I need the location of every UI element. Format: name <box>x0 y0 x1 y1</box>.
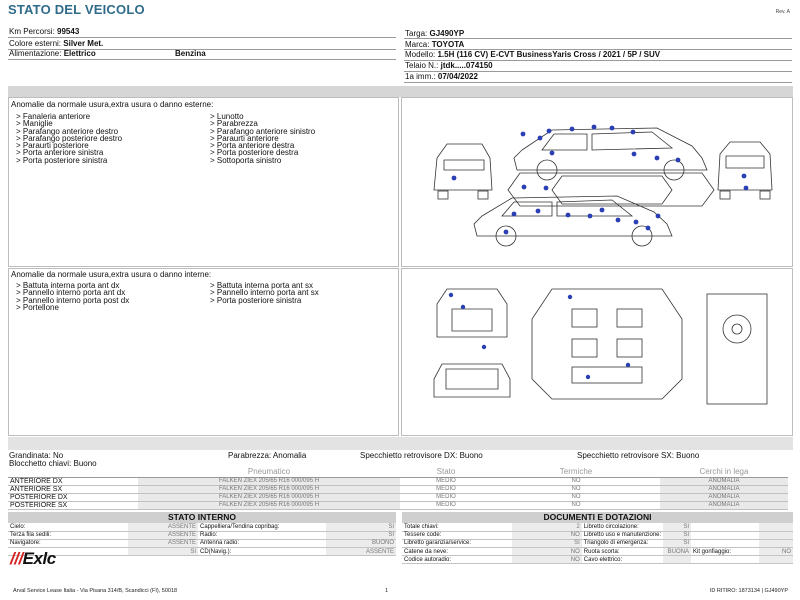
table-header <box>8 467 138 478</box>
table-row: Totale chiavi: 2 Libretto circolazione: … <box>402 523 793 532</box>
mirror-dx-check: Specchietto retrovisore DX: Buono <box>360 451 483 460</box>
section-bar <box>8 437 793 450</box>
table-row: Codice autoradio: NO Cavo elettrico: <box>402 555 793 565</box>
table-row: Terza fila sedili: ASSENTE Radio: SI <box>8 531 396 540</box>
external-damage-list-2: > Lunotto > Parabrezza > Parafango anter… <box>210 112 315 165</box>
brand-value: TOYOTA <box>431 40 465 49</box>
car-top-view <box>507 172 715 207</box>
internal-state-table: Cielo: ASSENTE Cappelliera/Tendina copri… <box>8 523 396 557</box>
external-damage-markers <box>451 124 749 235</box>
fuel-value-1: Elettrico <box>63 49 96 58</box>
registration-value: 07/04/2022 <box>437 72 478 81</box>
fuel-value-2: Benzina <box>175 49 206 58</box>
dashboard-view <box>433 363 511 398</box>
chassis-row: Telaio N.: jtdk.....074150 <box>405 61 493 70</box>
interior-top-view <box>531 288 683 400</box>
table-row: ANTERIORE DX FALKEN ZIEX 205/65 R16 000/… <box>8 477 788 486</box>
color-row: Colore esterni: Silver Met. <box>9 39 104 48</box>
km-value: 99543 <box>57 27 80 36</box>
table-header: Stato <box>400 467 492 478</box>
trunk-view <box>436 288 508 338</box>
documents-table: Totale chiavi: 2 Libretto circolazione: … <box>402 523 793 565</box>
car-side-bottom <box>473 195 673 247</box>
chassis-value: jtdk.....074150 <box>440 61 493 70</box>
windshield-check: Parabrezza: Anomalia <box>228 451 307 460</box>
fuel-row: Alimentazione: Elettrico <box>9 49 96 58</box>
table-row: Navigatore: ASSENTE Antenna radio: BUONO <box>8 539 396 549</box>
table-row: ANTERIORE SX FALKEN ZIEX 205/65 R16 000/… <box>8 485 788 494</box>
footer-page-number: 1 <box>385 588 389 594</box>
table-header: Cerchi in lega <box>660 467 788 478</box>
table-row: Catene da neve: NO Ruota scorta: BUONA K… <box>402 547 793 557</box>
divider <box>8 37 396 38</box>
car-front-view <box>433 143 493 200</box>
divider <box>404 82 792 83</box>
registration-row: 1a imm.: 07/04/2022 <box>405 72 478 81</box>
model-value: 1.5H (116 CV) E-CVT BusinessYaris Cross … <box>437 50 661 59</box>
list-item: > Portellone <box>16 302 59 312</box>
internal-damage-markers <box>448 292 631 380</box>
table-row: SI CD(Navig.): ASSENTE <box>8 547 396 557</box>
internal-damage-list-2: > Battuta interna porta ant sx > Pannell… <box>210 281 319 305</box>
model-row: Modello: 1.5H (116 CV) E-CVT BusinessYar… <box>405 50 661 59</box>
internal-state-title: STATO INTERNO <box>8 512 396 523</box>
table-header: Termiche <box>492 467 660 478</box>
table-row: Libretto garanzia/service: SI Triangolo … <box>402 539 793 549</box>
documents-title: DOCUMENTI E DOTAZIONI <box>402 512 793 523</box>
car-side-top <box>513 127 708 181</box>
internal-damage-title: Anomalie da normale usura,extra usura o … <box>11 270 212 279</box>
tyres-table: Pneumatico Stato Termiche Cerchi in lega… <box>8 467 788 510</box>
internal-damage-list-1: > Battuta interna porta ant dx > Pannell… <box>16 281 129 312</box>
external-car-diagram <box>433 124 773 247</box>
mirror-sx-check: Specchietto retrovisore SX: Buono <box>577 451 700 460</box>
list-item: > Sottoporta sinistro <box>210 155 282 165</box>
plate-row: Targa: GJ490YP <box>405 29 465 38</box>
color-value: Silver Met. <box>63 39 104 48</box>
section-bar <box>8 86 793 97</box>
table-row: Tessere code: NO Libretto uso e manutenz… <box>402 531 793 540</box>
list-item: > Porta posteriore sinistra <box>16 155 108 165</box>
internal-car-diagram <box>433 288 768 405</box>
steering-view <box>706 293 768 405</box>
footer-reference: ID RITIRO: 1873134 | GJ490YP <box>709 588 788 594</box>
revision-label: Rev. A <box>775 9 790 15</box>
car-rear-view <box>717 141 773 200</box>
km-row: Km Percorsi: 99543 <box>9 27 80 36</box>
external-damage-title: Anomalie da normale usura,extra usura o … <box>11 100 214 109</box>
external-damage-list-1: > Fanaleria anteriore > Maniglie > Paraf… <box>16 112 122 165</box>
divider <box>8 59 396 60</box>
page-title: STATO DEL VEICOLO <box>8 2 145 17</box>
plate-value: GJ490YP <box>429 29 465 38</box>
company-logo: ///Exlc <box>10 549 56 568</box>
brand-row: Marca: TOYOTA <box>405 40 465 49</box>
footer-address: Arval Service Lease Italia - Via Pisana … <box>13 588 178 594</box>
list-item: > Porta posteriore sinistra <box>210 295 302 305</box>
table-row: POSTERIORE DX FALKEN ZIEX 205/65 R16 000… <box>8 493 788 502</box>
table-header: Pneumatico <box>138 467 400 478</box>
table-row: Cielo: ASSENTE Cappelliera/Tendina copri… <box>8 523 396 532</box>
table-row: POSTERIORE SX FALKEN ZIEX 205/65 R16 000… <box>8 501 788 510</box>
divider <box>404 38 792 39</box>
